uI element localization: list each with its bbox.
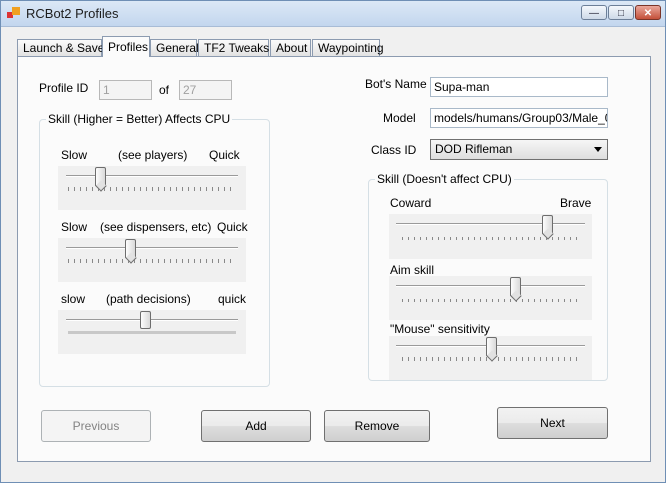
class-id-value: DOD Rifleman	[435, 142, 513, 156]
tab-general[interactable]: General	[150, 39, 199, 56]
slider-1-middle-label: (see players)	[118, 148, 188, 162]
model-input[interactable]: models/humans/Group03/Male_02.mdl	[430, 108, 608, 128]
slider-3-right-label: quick	[218, 292, 247, 306]
slider-2-left-label: Slow	[61, 220, 88, 234]
slider-3-middle-label: (path decisions)	[106, 292, 191, 306]
aim-skill-slider[interactable]	[389, 276, 592, 320]
bravery-slider[interactable]	[389, 214, 592, 259]
close-button[interactable]: ✕	[635, 5, 661, 20]
skill-no-cpu-group: Skill (Doesn't affect CPU) Coward Brave …	[368, 172, 608, 381]
tab-launch-save[interactable]: Launch & Save	[17, 39, 104, 56]
slider-thumb[interactable]	[124, 239, 136, 258]
slider-thumb[interactable]	[542, 215, 554, 234]
of-label: of	[159, 83, 170, 97]
chevron-down-icon	[594, 147, 602, 152]
path-decisions-slider[interactable]	[58, 310, 246, 354]
profile-id-field: 1	[99, 80, 152, 100]
slider-thumb[interactable]	[510, 277, 522, 296]
slider-thumb[interactable]	[485, 337, 497, 356]
see-players-slider[interactable]	[58, 166, 246, 210]
slider-2-right-label: Quick	[217, 220, 248, 234]
brave-label: Brave	[560, 196, 592, 210]
slider-3-left-label: slow	[61, 292, 86, 306]
coward-label: Coward	[390, 196, 432, 210]
remove-button[interactable]: Remove	[324, 410, 430, 442]
slider-thumb[interactable]	[95, 167, 107, 186]
skill-group: Skill (Higher = Better) Affects CPU Slow…	[39, 112, 270, 387]
skill-group-title: Skill (Higher = Better) Affects CPU	[46, 112, 233, 126]
app-window: RCBot2 Profiles — □ ✕ Launch & Save Prof…	[0, 0, 666, 483]
app-icon	[7, 7, 21, 19]
next-button[interactable]: Next	[497, 407, 608, 439]
tab-about[interactable]: About	[270, 39, 311, 56]
previous-button[interactable]: Previous	[41, 410, 151, 442]
slider-1-left-label: Slow	[61, 148, 88, 162]
class-id-select[interactable]: DOD Rifleman	[430, 139, 608, 160]
mouse-sensitivity-label: "Mouse" sensitivity	[390, 322, 490, 336]
class-id-label: Class ID	[371, 143, 417, 157]
aim-skill-label: Aim skill	[390, 263, 434, 277]
slider-2-middle-label: (see dispensers, etc)	[100, 220, 212, 234]
profiles-panel: Profile ID 1 of 27 Skill (Higher = Bette…	[17, 56, 651, 462]
bot-name-label: Bot's Name	[365, 77, 427, 91]
skill-no-cpu-group-title: Skill (Doesn't affect CPU)	[375, 172, 514, 186]
profile-id-label: Profile ID	[39, 81, 89, 95]
tab-waypointing[interactable]: Waypointing	[312, 39, 384, 56]
model-label: Model	[383, 111, 416, 125]
profile-count-field: 27	[179, 80, 232, 100]
bot-name-input[interactable]: Supa-man	[430, 77, 608, 97]
minimize-button[interactable]: —	[581, 5, 607, 20]
tab-profiles[interactable]: Profiles	[102, 36, 150, 57]
slider-1-right-label: Quick	[209, 148, 240, 162]
window-title: RCBot2 Profiles	[26, 6, 119, 21]
mouse-sensitivity-slider[interactable]	[389, 336, 592, 380]
add-button[interactable]: Add	[201, 410, 311, 442]
tab-tf2-tweaks[interactable]: TF2 Tweaks	[198, 39, 269, 56]
see-dispensers-slider[interactable]	[58, 238, 246, 282]
slider-thumb[interactable]	[140, 311, 152, 329]
title-bar: RCBot2 Profiles — □ ✕	[1, 1, 665, 27]
maximize-button[interactable]: □	[608, 5, 634, 20]
